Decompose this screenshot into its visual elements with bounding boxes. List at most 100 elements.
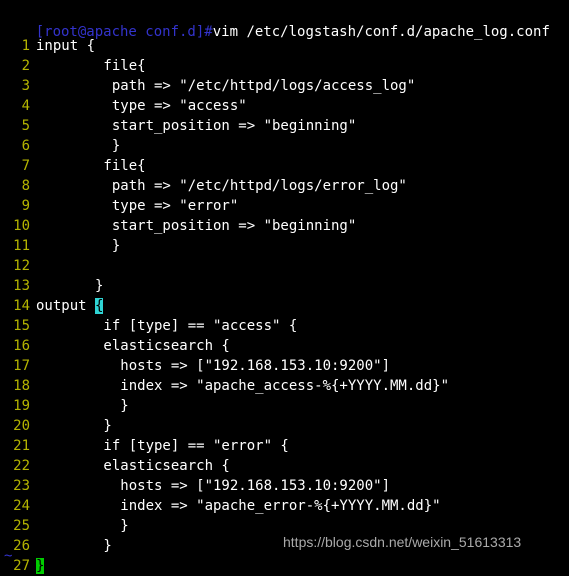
line-text-segment: hosts => ["192.168.153.10:9200"] [36, 358, 391, 374]
line-content: if [type] == "error" { [36, 436, 289, 456]
code-line[interactable]: 2 file{ [0, 56, 569, 76]
line-content: index => "apache_error-%{+YYYY.MM.dd}" [36, 496, 441, 516]
line-number: 19 [13, 398, 30, 414]
line-number: 13 [13, 278, 30, 294]
code-line[interactable]: 12 [0, 256, 569, 276]
line-text-segment: index => "apache_error-%{+YYYY.MM.dd}" [36, 498, 441, 514]
line-text-segment: elasticsearch { [36, 458, 230, 474]
line-number: 7 [21, 158, 30, 174]
line-number: 3 [21, 78, 30, 94]
line-number: 4 [21, 98, 30, 114]
code-line[interactable]: 11 } [0, 236, 569, 256]
line-content: } [36, 396, 129, 416]
line-content: file{ [36, 156, 146, 176]
line-number: 17 [13, 358, 30, 374]
line-number: 5 [21, 118, 30, 134]
line-content: output { [36, 296, 104, 316]
line-content: start_position => "beginning" [36, 216, 356, 236]
line-number: 8 [21, 178, 30, 194]
line-number: 15 [13, 318, 30, 334]
code-line[interactable]: 4 type => "access" [0, 96, 569, 116]
line-content: elasticsearch { [36, 456, 230, 476]
line-number: 11 [13, 238, 30, 254]
line-content: hosts => ["192.168.153.10:9200"] [36, 476, 390, 496]
line-number: 22 [13, 458, 30, 474]
line-content: elasticsearch { [36, 336, 230, 356]
code-line[interactable]: 20 } [0, 416, 569, 436]
code-line[interactable]: 24 index => "apache_error-%{+YYYY.MM.dd}… [0, 496, 569, 516]
vim-editor-buffer[interactable]: 1 input {2 file{3 path => "/etc/httpd/log… [0, 36, 569, 574]
line-text-segment: output [36, 298, 96, 314]
line-number: 24 [13, 498, 30, 514]
line-text-segment: type => "error" [36, 198, 239, 214]
line-text-segment: input { [36, 38, 96, 54]
code-line[interactable]: 15 if [type] == "access" { [0, 316, 569, 336]
line-text-segment: file{ [36, 158, 146, 174]
code-line[interactable]: 13 } [0, 276, 569, 296]
line-text-segment: path => "/etc/httpd/logs/error_log" [36, 178, 407, 194]
line-number: 18 [13, 378, 30, 394]
line-content: } [36, 516, 129, 536]
line-content: if [type] == "access" { [36, 316, 297, 336]
code-line[interactable]: 16 elasticsearch { [0, 336, 569, 356]
line-number: 10 [13, 218, 30, 234]
line-number: 9 [21, 198, 30, 214]
line-text-segment: file{ [36, 58, 146, 74]
line-text-segment: type => "access" [36, 98, 247, 114]
code-line[interactable]: 1 input { [0, 36, 569, 56]
line-content: input { [36, 36, 95, 56]
line-number: 14 [13, 298, 30, 314]
code-line[interactable]: 14 output { [0, 296, 569, 316]
line-text-segment: path => "/etc/httpd/logs/access_log" [36, 78, 416, 94]
line-number: 12 [13, 258, 30, 274]
code-line[interactable]: 5 start_position => "beginning" [0, 116, 569, 136]
code-line[interactable]: 6 } [0, 136, 569, 156]
line-number: 2 [21, 58, 30, 74]
watermark-text: https://blog.csdn.net/weixin_51613313 [283, 534, 522, 550]
line-text-segment: start_position => "beginning" [36, 218, 357, 234]
code-line[interactable]: 7 file{ [0, 156, 569, 176]
line-text-segment: index => "apache_access-%{+YYYY.MM.dd}" [36, 378, 450, 394]
line-text-segment: } [36, 138, 121, 154]
line-content: path => "/etc/httpd/logs/error_log" [36, 176, 407, 196]
line-content: file{ [36, 56, 146, 76]
code-line[interactable]: 21 if [type] == "error" { [0, 436, 569, 456]
line-text-segment: if [type] == "access" { [36, 318, 298, 334]
line-text-segment: } [36, 418, 112, 434]
line-number: 16 [13, 338, 30, 354]
line-number: 20 [13, 418, 30, 434]
code-line[interactable]: 19 } [0, 396, 569, 416]
line-number: 21 [13, 438, 30, 454]
line-text-segment: start_position => "beginning" [36, 118, 357, 134]
code-line[interactable]: 10 start_position => "beginning" [0, 216, 569, 236]
line-content: } [36, 276, 103, 296]
code-line[interactable]: 17 hosts => ["192.168.153.10:9200"] [0, 356, 569, 376]
line-content: type => "error" [36, 196, 238, 216]
line-text-segment: } [36, 518, 129, 534]
line-text-segment: } [36, 278, 104, 294]
line-text-segment: elasticsearch { [36, 338, 230, 354]
shell-prompt-line: [root@apache conf.d]#vim /etc/logstash/c… [2, 2, 550, 40]
code-line[interactable]: 22 elasticsearch { [0, 456, 569, 476]
code-line[interactable]: 23 hosts => ["192.168.153.10:9200"] [0, 476, 569, 496]
line-number: 23 [13, 478, 30, 494]
code-line[interactable]: 18 index => "apache_access-%{+YYYY.MM.dd… [0, 376, 569, 396]
line-text-segment: if [type] == "error" { [36, 438, 289, 454]
line-content: start_position => "beginning" [36, 116, 356, 136]
line-content: } [36, 136, 120, 156]
code-line[interactable]: 9 type => "error" [0, 196, 569, 216]
code-line[interactable]: 3 path => "/etc/httpd/logs/access_log" [0, 76, 569, 96]
line-content: path => "/etc/httpd/logs/access_log" [36, 76, 415, 96]
code-line[interactable]: 8 path => "/etc/httpd/logs/error_log" [0, 176, 569, 196]
line-content: type => "access" [36, 96, 247, 116]
line-number: 25 [13, 518, 30, 534]
line-text-segment: } [36, 398, 129, 414]
vim-cursor[interactable]: { [95, 298, 104, 314]
line-number: 1 [21, 38, 30, 54]
line-number: 6 [21, 138, 30, 154]
line-content: } [36, 416, 112, 436]
line-content: hosts => ["192.168.153.10:9200"] [36, 356, 390, 376]
terminal-window[interactable]: [root@apache conf.d]#vim /etc/logstash/c… [0, 0, 569, 574]
line-text-segment: } [36, 238, 121, 254]
line-content: } [36, 236, 120, 256]
